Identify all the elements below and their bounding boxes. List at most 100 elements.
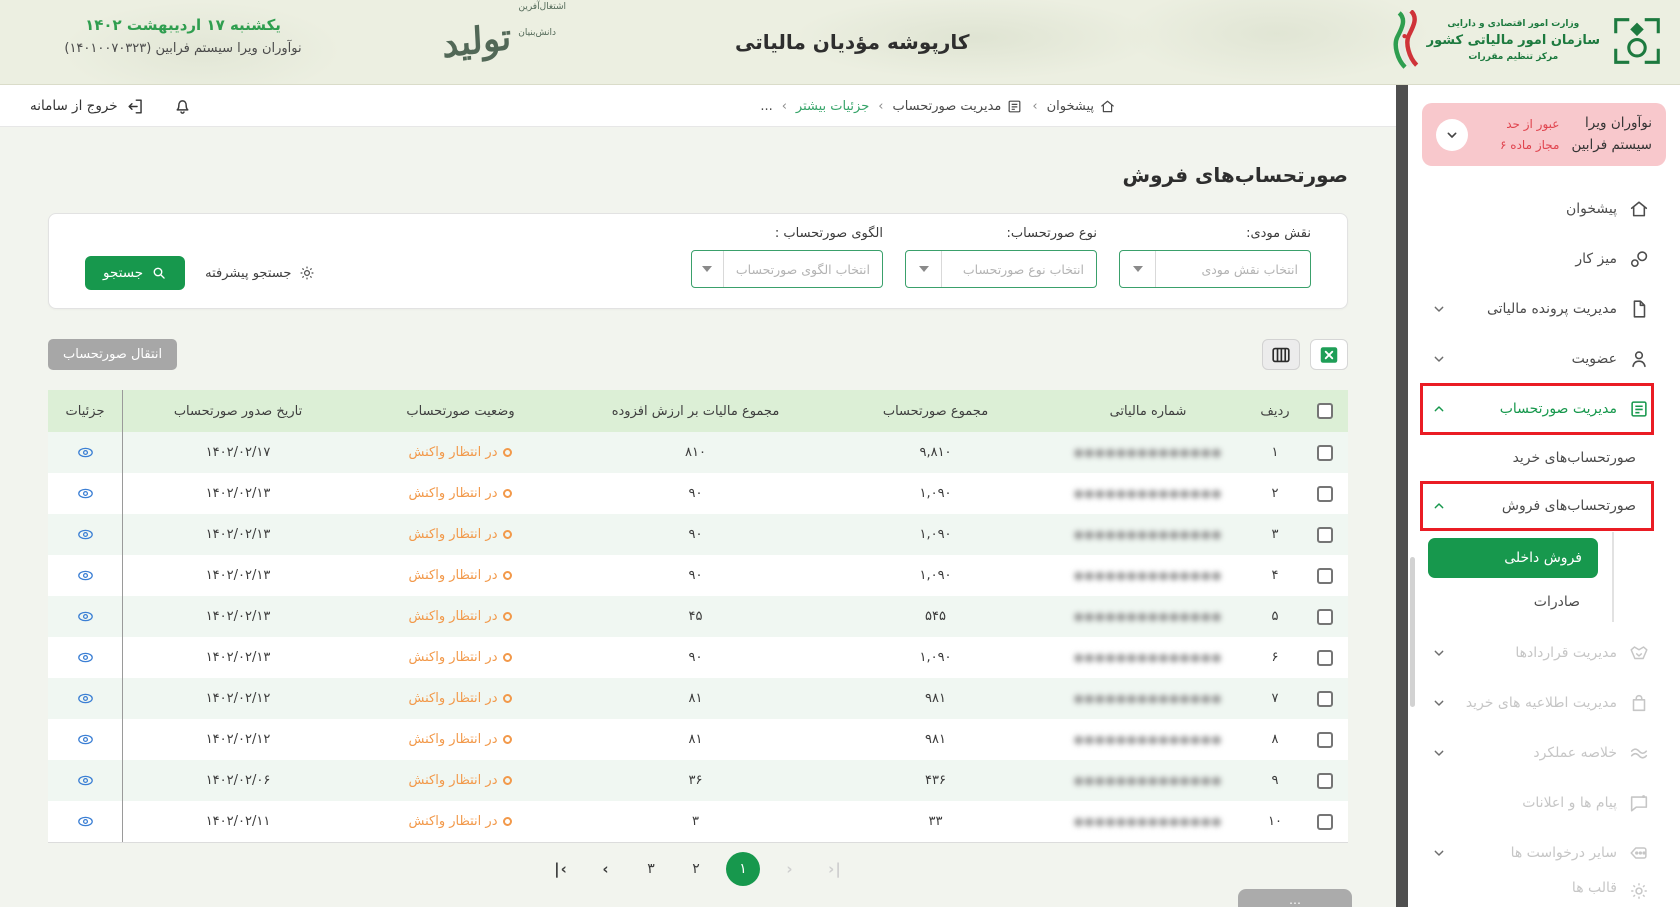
page-2-button[interactable]: ۲ (681, 854, 711, 884)
pagination-glyph: › (786, 860, 793, 878)
home-icon (1099, 98, 1116, 115)
more-icon (1628, 842, 1650, 864)
breadcrumb-invoice-management[interactable]: مدیریت صورتحساب (892, 98, 1023, 115)
export-excel-button[interactable] (1310, 339, 1348, 370)
table-row: ۳●●●●●●●●●●●●●●۱,۰۹۰۹۰در انتظار واکنش۱۴۰… (48, 514, 1348, 555)
breadcrumb-ellipsis[interactable]: ... (760, 99, 772, 114)
status-ring-icon (503, 653, 512, 662)
search-icon (151, 265, 167, 281)
sidebar-item-invoice-management[interactable]: مدیریت صورتحساب (1408, 384, 1680, 434)
row-checkbox[interactable] (1317, 732, 1333, 748)
row-checkbox[interactable] (1317, 650, 1333, 666)
invoice-total-cell: ۱,۰۹۰ (823, 637, 1048, 678)
row-checkbox[interactable] (1317, 486, 1333, 502)
issue-date-cell: ۱۴۰۲/۰۲/۱۳ (123, 596, 353, 637)
vat-total-cell: ۸۱۰ (568, 432, 823, 473)
page-last-button[interactable]: |‹ (546, 854, 576, 884)
page-3-button[interactable]: ۳ (636, 854, 666, 884)
sidebar-item-tax-file-management[interactable]: مدیریت پرونده مالیاتی (1408, 284, 1680, 334)
eye-icon[interactable] (76, 730, 95, 749)
sidebar-item-membership[interactable]: عضویت (1408, 334, 1680, 384)
home-icon (1628, 198, 1650, 220)
eye-icon[interactable] (76, 648, 95, 667)
details-cell (48, 719, 123, 760)
breadcrumb-label: مدیریت صورتحساب (892, 99, 1001, 114)
status-label: در انتظار واکنش (409, 650, 498, 665)
breadcrumb-more-details[interactable]: جزئیات بیشتر (796, 99, 869, 114)
sidebar-item-sales-invoices[interactable]: صورتحساب‌های فروش (1408, 482, 1680, 530)
row-checkbox[interactable] (1317, 609, 1333, 625)
sidebar-item-purchase-invoices[interactable]: صورتحساب‌های خرید (1408, 434, 1680, 482)
top-banner: یکشنبه ۱۷ اردیبهشت ۱۴۰۲ نوآوران ویرا سیس… (0, 0, 1680, 85)
column-settings-button[interactable] (1262, 339, 1300, 370)
header-cell: مجموع صورتحساب (823, 390, 1048, 432)
row-checkbox[interactable] (1317, 814, 1333, 830)
row-select-cell (1302, 432, 1348, 473)
sidebar-item-exports[interactable]: صادرات (1408, 588, 1598, 616)
row-checkbox[interactable] (1317, 445, 1333, 461)
chevron-down-icon (692, 251, 724, 287)
page-next-button[interactable]: ‹ (591, 854, 621, 884)
date-block: یکشنبه ۱۷ اردیبهشت ۱۴۰۲ نوآوران ویرا سیس… (18, 16, 348, 56)
vat-total-cell: ۴۵ (568, 596, 823, 637)
sidebar-item-label: میز کار (1575, 251, 1617, 267)
select-all-checkbox[interactable] (1317, 403, 1333, 419)
details-cell (48, 801, 123, 842)
tax-id-masked: ●●●●●●●●●●●●●● (1074, 487, 1222, 500)
row-number-cell: ۲ (1248, 473, 1302, 514)
row-select-cell (1302, 678, 1348, 719)
chevron-down-icon (1428, 645, 1450, 661)
taxpayer-role-select[interactable]: انتخاب نقش مودی (1119, 250, 1311, 288)
eye-icon[interactable] (76, 812, 95, 831)
handshake-icon (1628, 642, 1650, 664)
user-box-chevron-button[interactable] (1436, 119, 1468, 151)
row-select-cell (1302, 760, 1348, 801)
user-name: نوآوران ویرا سیستم فرابین (1571, 113, 1652, 156)
eye-icon[interactable] (76, 607, 95, 626)
eye-icon[interactable] (76, 566, 95, 585)
row-checkbox[interactable] (1317, 527, 1333, 543)
sidebar-item-label: صورتحساب‌های خرید (1513, 450, 1636, 466)
sidebar-item-label: عضویت (1572, 351, 1617, 367)
sidebar-item-domestic-sales[interactable]: فروش داخلی (1428, 538, 1598, 578)
invoice-total-cell: ۳۳ (823, 801, 1048, 842)
invoice-status-cell: در انتظار واکنش (353, 514, 568, 555)
vat-total-cell: ۹۰ (568, 473, 823, 514)
sidebar-item-label: خلاصه عملکرد (1533, 745, 1617, 761)
transfer-invoice-button[interactable]: انتقال صورتحساب (48, 339, 177, 370)
sidebar-scrollbar-thumb[interactable] (1410, 557, 1415, 707)
invoice-total-cell: ۱,۰۹۰ (823, 555, 1048, 596)
sidebar-item-workspace[interactable]: میز کار (1408, 234, 1680, 284)
bell-icon[interactable] (172, 95, 193, 116)
alert-line2: مجاز ماده ۶ (1500, 135, 1559, 155)
status-ring-icon (503, 530, 512, 539)
logout-button[interactable]: خروج از سامانه (30, 85, 145, 127)
eye-icon[interactable] (76, 443, 95, 462)
slogan-word-2: دانش‌بنیان (518, 28, 556, 38)
row-checkbox[interactable] (1317, 568, 1333, 584)
invoice-pattern-select[interactable]: انتخاب الگوی صورتحساب (691, 250, 883, 288)
row-checkbox[interactable] (1317, 691, 1333, 707)
advanced-search-button[interactable]: جستجو پیشرفته (205, 264, 316, 282)
columns-icon (1270, 344, 1292, 366)
year-slogan-calligraphy: اشتغال‌آفرین دانش‌بنیان تولید (440, 2, 570, 82)
eye-icon[interactable] (76, 525, 95, 544)
eye-icon[interactable] (76, 771, 95, 790)
invoice-type-select[interactable]: انتخاب نوع صورتحساب (905, 250, 1097, 288)
status-label: در انتظار واکنش (409, 732, 498, 747)
invoice-status-cell: در انتظار واکنش (353, 760, 568, 801)
breadcrumb-dashboard[interactable]: پیشخوان (1047, 98, 1116, 115)
invoice-status-cell: در انتظار واکنش (353, 432, 568, 473)
page-scrollbar[interactable] (1396, 85, 1408, 907)
table-row: ۴●●●●●●●●●●●●●●۱,۰۹۰۹۰در انتظار واکنش۱۴۰… (48, 555, 1348, 596)
search-button[interactable]: جستجو (85, 256, 185, 290)
status-label: در انتظار واکنش (409, 527, 498, 542)
table-row: ۸●●●●●●●●●●●●●●۹۸۱۸۱در انتظار واکنش۱۴۰۲/… (48, 719, 1348, 760)
excel-icon (1318, 344, 1340, 366)
eye-icon[interactable] (76, 689, 95, 708)
filter-fields: نقش مودی:انتخاب نقش مودینوع صورتحساب:انت… (691, 226, 1311, 288)
row-checkbox[interactable] (1317, 773, 1333, 789)
row-number-cell: ۷ (1248, 678, 1302, 719)
sidebar-item-dashboard[interactable]: پیشخوان (1408, 184, 1680, 234)
eye-icon[interactable] (76, 484, 95, 503)
